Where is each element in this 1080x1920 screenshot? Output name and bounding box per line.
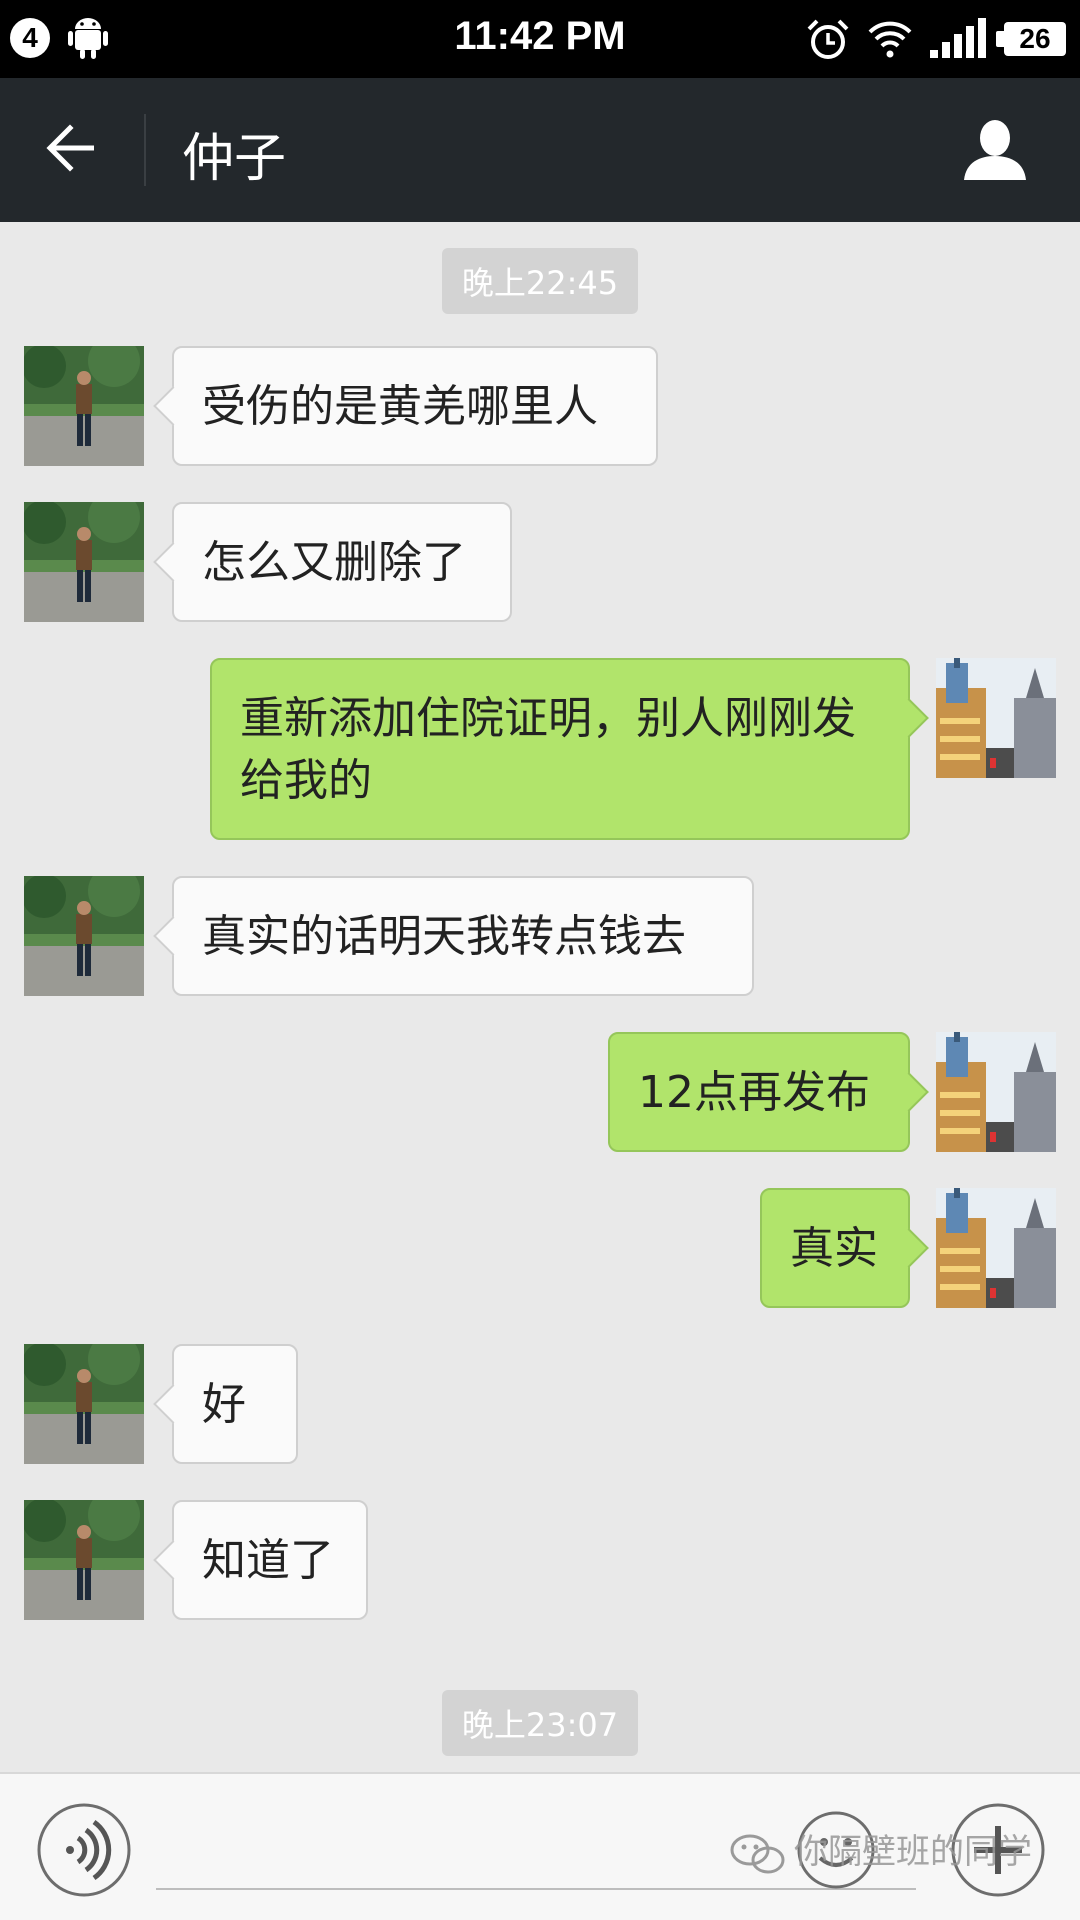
message-bubble[interactable]: 好	[172, 1344, 298, 1464]
watermark-text: 你隔壁班的同学	[794, 1832, 1032, 1872]
wifi-icon	[868, 21, 912, 58]
avatar[interactable]	[24, 1500, 144, 1620]
arrow-left-icon[interactable]	[30, 106, 114, 190]
chat-title: 仲子	[182, 129, 287, 189]
avatar[interactable]	[936, 658, 1056, 778]
clock: 11:42 PM	[454, 14, 626, 58]
watermark: 你隔壁班的同学	[730, 1824, 1032, 1874]
timestamp-label: 晚上23:07	[441, 1690, 639, 1756]
message-bubble[interactable]: 12点再发布	[608, 1032, 910, 1152]
message-bubble[interactable]: 真实	[760, 1188, 910, 1308]
status-bar: 4 11:42 PM 26	[0, 0, 1080, 78]
message-bubble[interactable]: 受伤的是黄羌哪里人	[172, 346, 658, 466]
message-bubble[interactable]: 真实的话明天我转点钱去	[172, 876, 754, 996]
avatar[interactable]	[936, 1188, 1056, 1308]
timestamp-label: 晚上22:45	[441, 248, 639, 314]
input-bar: 你隔壁班的同学	[0, 1772, 1080, 1920]
message-bubble[interactable]: 知道了	[172, 1500, 368, 1620]
avatar[interactable]	[936, 1032, 1056, 1152]
alarm-icon	[807, 19, 849, 59]
message-bubble[interactable]: 怎么又删除了	[172, 502, 512, 622]
timestamp: 晚上23:07	[0, 1690, 1080, 1756]
avatar[interactable]	[24, 1344, 144, 1464]
chat-header: 仲子	[0, 78, 1080, 222]
avatar[interactable]	[24, 502, 144, 622]
person-icon[interactable]	[960, 114, 1030, 184]
signal-icon	[930, 18, 986, 58]
message-bubble[interactable]: 重新添加住院证明，别人刚刚发给我的	[210, 658, 910, 840]
avatar[interactable]	[24, 876, 144, 996]
voice-icon[interactable]	[36, 1802, 132, 1898]
battery-indicator: 26	[996, 22, 1066, 56]
avatar[interactable]	[24, 346, 144, 466]
wechat-icon	[730, 1834, 785, 1873]
timestamp: 晚上22:45	[0, 248, 1080, 314]
header-divider	[144, 114, 146, 186]
